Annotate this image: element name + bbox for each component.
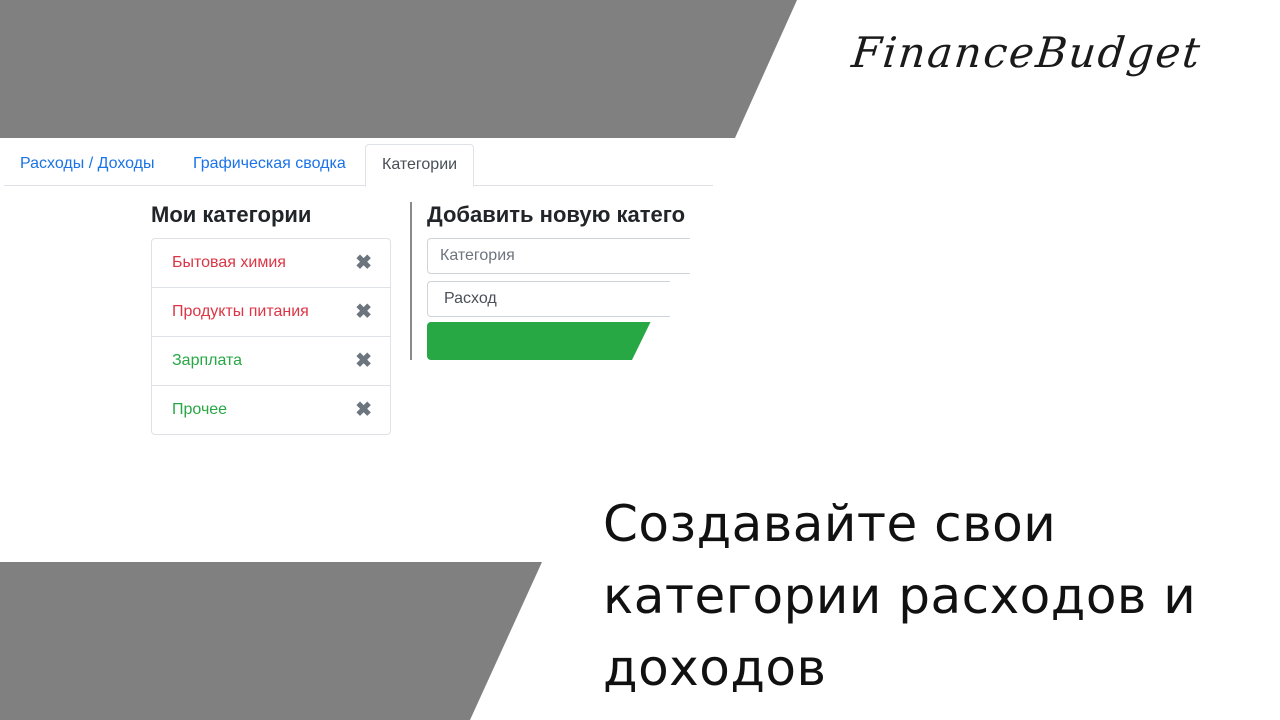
category-name: Бытовая химия bbox=[172, 254, 286, 271]
delete-icon[interactable]: ✖ bbox=[355, 288, 372, 336]
my-categories-title: Мои категории bbox=[151, 202, 312, 227]
tagline-line: Создавайте свои bbox=[603, 495, 1057, 553]
category-type-select[interactable]: Расход bbox=[427, 281, 690, 317]
column-divider bbox=[410, 202, 412, 360]
slide: FinanceBudget Расходы / Доходы Графическ… bbox=[0, 0, 1280, 720]
category-name-input[interactable] bbox=[427, 238, 690, 274]
tab-expenses-income[interactable]: Расходы / Доходы bbox=[20, 138, 155, 184]
tab-chart-summary[interactable]: Графическая сводка bbox=[193, 138, 346, 184]
delete-icon[interactable]: ✖ bbox=[355, 239, 372, 287]
tagline-line: категории расходов и bbox=[603, 567, 1197, 625]
tagline-line: доходов bbox=[603, 639, 827, 697]
category-name: Зарплата bbox=[172, 352, 243, 369]
add-category-button[interactable] bbox=[427, 322, 690, 360]
add-category-title: Добавить новую катего bbox=[427, 202, 686, 227]
brand-logo: FinanceBudget bbox=[849, 28, 1205, 77]
delete-icon[interactable]: ✖ bbox=[355, 337, 372, 385]
category-list: Бытовая химия ✖ Продукты питания ✖ Зарпл… bbox=[151, 238, 391, 435]
category-name: Продукты питания bbox=[172, 303, 309, 320]
tab-categories[interactable]: Категории bbox=[365, 144, 475, 187]
top-gray-band bbox=[0, 0, 797, 138]
list-item: Продукты питания ✖ bbox=[152, 288, 390, 337]
list-item: Бытовая химия ✖ bbox=[152, 239, 390, 288]
bottom-gray-band bbox=[0, 562, 542, 720]
list-item: Прочее ✖ bbox=[152, 386, 390, 434]
tagline: Создавайте свои категории расходов и дох… bbox=[603, 488, 1263, 704]
add-category-form: Расход bbox=[427, 238, 690, 360]
category-name: Прочее bbox=[172, 401, 228, 418]
tab-bar: Расходы / Доходы Графическая сводка Кате… bbox=[4, 138, 713, 187]
delete-icon[interactable]: ✖ bbox=[355, 386, 372, 434]
app-screenshot: Расходы / Доходы Графическая сводка Кате… bbox=[0, 138, 735, 458]
list-item: Зарплата ✖ bbox=[152, 337, 390, 386]
